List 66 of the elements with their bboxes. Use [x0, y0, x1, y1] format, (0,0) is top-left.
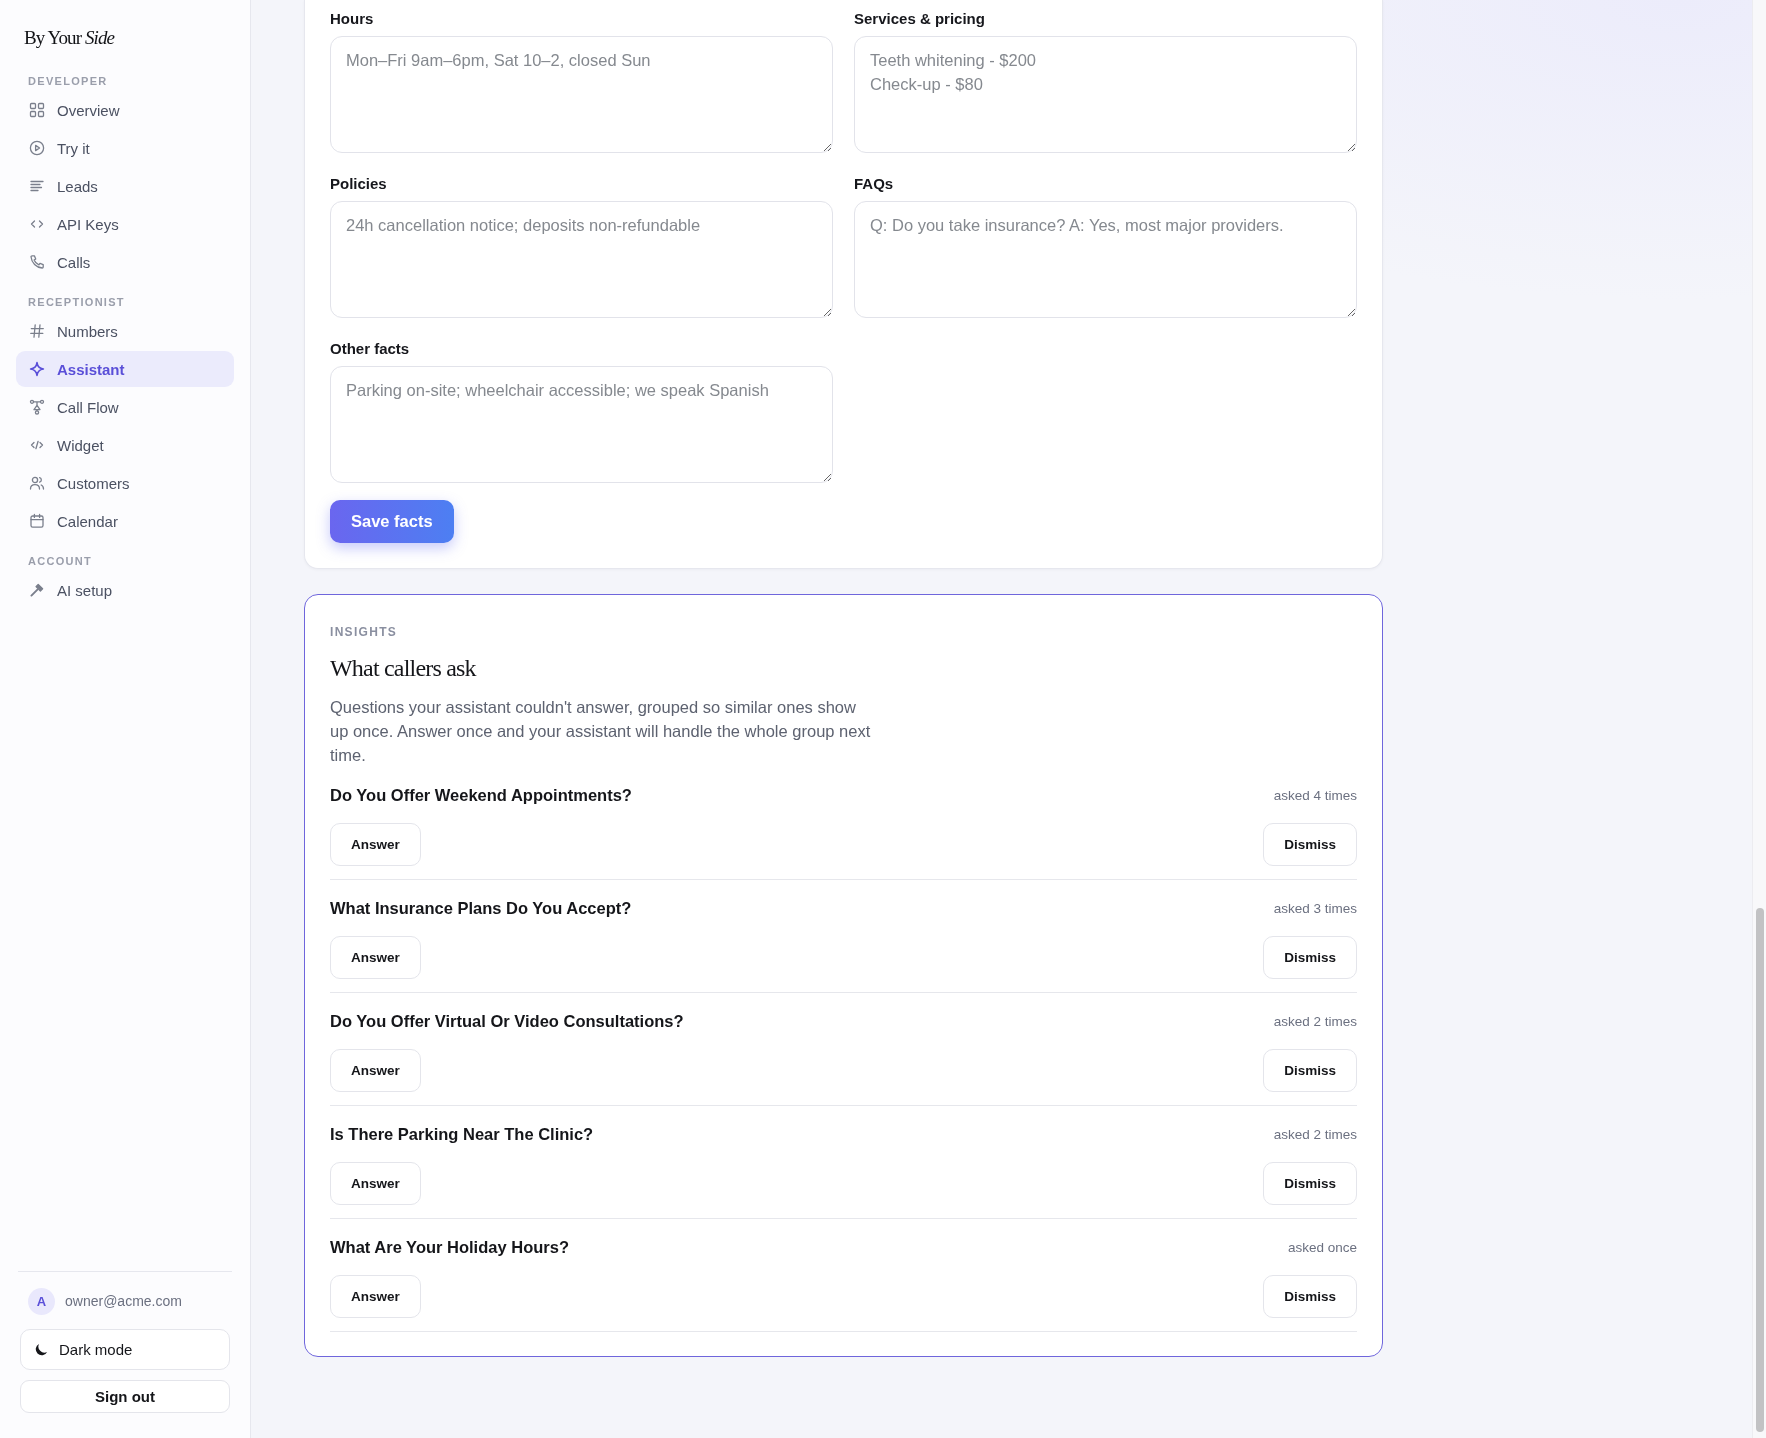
flow-diagram-icon: [29, 399, 45, 415]
sign-out-button[interactable]: Sign out: [20, 1380, 230, 1413]
sparkle-icon: [29, 361, 45, 377]
dismiss-button[interactable]: Dismiss: [1263, 1275, 1357, 1318]
sidebar-item[interactable]: Call Flow: [16, 389, 234, 425]
dark-mode-button[interactable]: Dark mode: [20, 1329, 230, 1370]
phone-icon: [29, 254, 45, 270]
sidebar-item[interactable]: Overview: [16, 92, 234, 128]
sidebar-item[interactable]: Try it: [16, 130, 234, 166]
ask-count: asked 3 times: [1273, 900, 1357, 916]
moon-icon: [34, 1342, 49, 1357]
question-text: Do You Offer Weekend Appointments?: [330, 785, 632, 805]
sidebar-item[interactable]: API Keys: [16, 206, 234, 242]
logo: By Your Side: [23, 26, 115, 50]
user-email: owner@acme.com: [65, 1293, 182, 1309]
scrollbar-thumb[interactable]: [1755, 908, 1764, 1432]
sidebar-item[interactable]: AI setup: [16, 572, 234, 608]
ask-count: asked once: [1287, 1239, 1357, 1255]
sidebar-item[interactable]: Leads: [16, 168, 234, 204]
question-text: Do You Offer Virtual Or Video Consultations?: [330, 1011, 684, 1031]
save-facts-button[interactable]: Save facts: [330, 500, 454, 543]
avatar: A: [28, 1287, 55, 1315]
answer-button[interactable]: Answer: [330, 1275, 421, 1318]
answer-button[interactable]: Answer: [330, 823, 421, 866]
hammer-icon: [29, 582, 45, 598]
dismiss-button[interactable]: Dismiss: [1263, 1049, 1357, 1092]
section-title: What callers ask: [330, 654, 476, 683]
field-label: Services & pricing: [854, 10, 985, 28]
sidebar-item[interactable]: Widget: [16, 427, 234, 463]
dismiss-button[interactable]: Dismiss: [1263, 823, 1357, 866]
ask-count: asked 4 times: [1273, 787, 1357, 803]
ask-count: asked 2 times: [1273, 1126, 1357, 1142]
sidebar-item[interactable]: Numbers: [16, 313, 234, 349]
users-icon: [29, 475, 45, 491]
dismiss-button[interactable]: Dismiss: [1263, 936, 1357, 979]
calendar-icon: [29, 513, 45, 529]
answer-button[interactable]: Answer: [330, 1049, 421, 1092]
sidebar-item[interactable]: Calls: [16, 244, 234, 280]
field-label: Other facts: [330, 340, 410, 358]
field-label: Policies: [330, 175, 387, 193]
question-text: Is There Parking Near The Clinic?: [330, 1124, 594, 1144]
field-label: FAQs: [854, 175, 894, 193]
lines-icon: [29, 178, 45, 194]
textarea-field[interactable]: Q: Do you take insurance? A: Yes, most major providers.: [854, 201, 1357, 318]
field-label: Hours: [330, 10, 374, 28]
question-text: What Are Your Holiday Hours?: [330, 1237, 569, 1257]
hash-icon: [29, 323, 45, 339]
section-heading: RECEPTIONIST: [27, 295, 125, 309]
ask-count: asked 2 times: [1273, 1013, 1357, 1029]
textarea-field[interactable]: 24h cancellation notice; deposits non-refundable: [330, 201, 833, 318]
grid-icon: [29, 102, 45, 118]
section-heading: ACCOUNT: [27, 554, 93, 568]
sidebar-item[interactable]: Assistant: [16, 351, 234, 387]
answer-button[interactable]: Answer: [330, 1162, 421, 1205]
sidebar-item[interactable]: Customers: [16, 465, 234, 501]
section-eyebrow: INSIGHTS: [330, 624, 398, 640]
textarea-field[interactable]: Mon–Fri 9am–6pm, Sat 10–2, closed Sun: [330, 36, 833, 153]
question-text: What Insurance Plans Do You Accept?: [330, 898, 632, 918]
section-description: Questions your assistant couldn't answer, grouped so similar ones show up once. Answer once and your assistant will handle the whole group next time.: [330, 697, 872, 766]
answer-button[interactable]: Answer: [330, 936, 421, 979]
play-icon: [29, 140, 45, 156]
section-heading: DEVELOPER: [27, 74, 108, 88]
textarea-field[interactable]: Teeth whitening - $200 Check-up - $80: [854, 36, 1357, 153]
dismiss-button[interactable]: Dismiss: [1263, 1162, 1357, 1205]
sidebar-item[interactable]: Calendar: [16, 503, 234, 539]
textarea-field[interactable]: Parking on-site; wheelchair accessible; we speak Spanish: [330, 366, 833, 483]
